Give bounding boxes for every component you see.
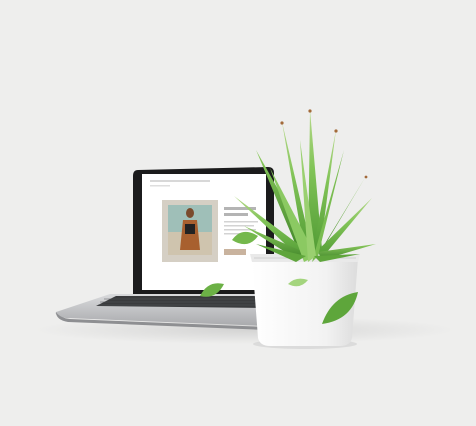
- product-mockup-scene: [0, 0, 476, 426]
- screen-text-layer: [142, 172, 260, 284]
